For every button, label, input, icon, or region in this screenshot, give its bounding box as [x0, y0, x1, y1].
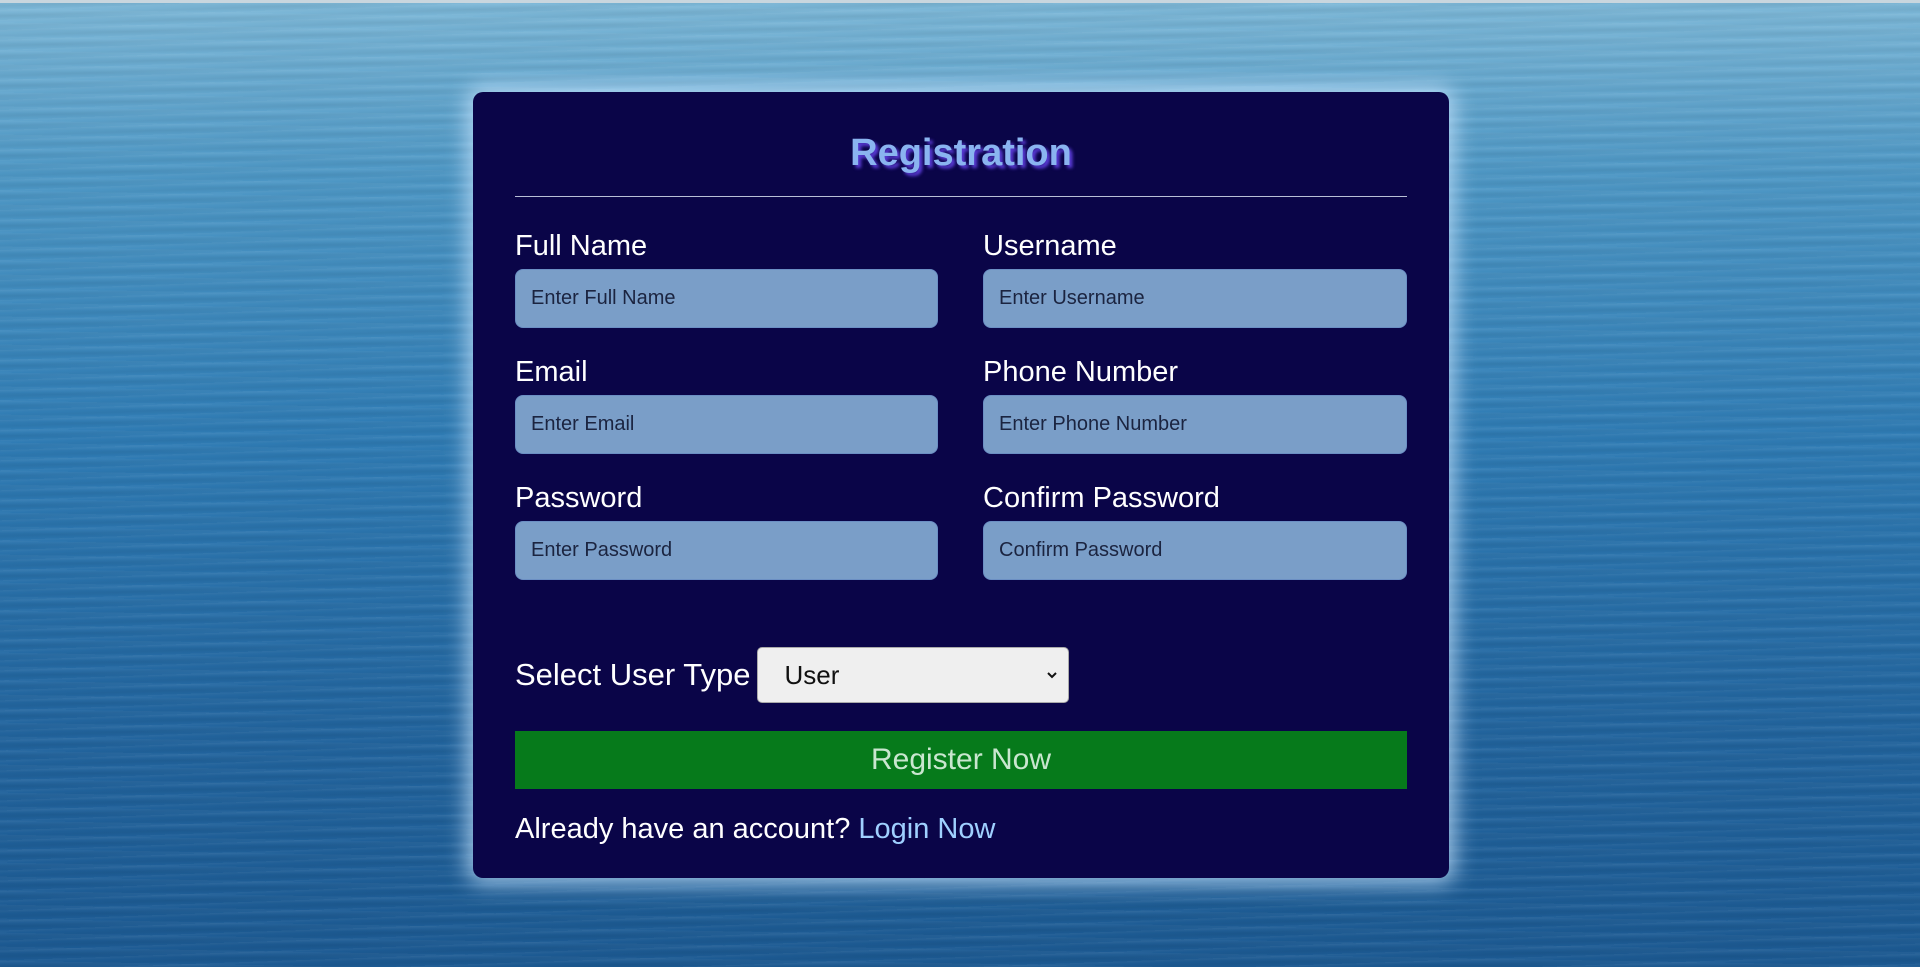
confirm-password-label: Confirm Password [983, 482, 1220, 514]
title-divider [515, 196, 1407, 197]
phone-number-input[interactable] [983, 395, 1407, 454]
username-input[interactable] [983, 269, 1407, 328]
email-label: Email [515, 356, 588, 388]
chevron-down-icon [1047, 672, 1058, 679]
email-input[interactable] [515, 395, 938, 454]
phone-number-group: Phone Number [983, 357, 1407, 483]
full-name-group: Full Name [515, 231, 938, 357]
user-type-row: Select User Type User [515, 647, 1407, 703]
password-input[interactable] [515, 521, 938, 580]
phone-number-label: Phone Number [983, 356, 1179, 388]
registration-card: Registration Full Name Username Email Ph… [473, 92, 1449, 878]
full-name-label: Full Name [515, 230, 648, 262]
login-now-link[interactable]: Login Now [858, 813, 995, 845]
page-title: Registration [850, 132, 1072, 174]
user-type-label: Select User Type [515, 657, 751, 692]
user-type-select[interactable]: User [757, 647, 1070, 703]
login-prompt: Already have an account? Login Now [515, 813, 1407, 846]
user-type-selected-value: User [784, 659, 840, 690]
register-now-button[interactable]: Register Now [515, 731, 1407, 789]
confirm-password-group: Confirm Password [983, 483, 1407, 609]
login-prompt-text: Already have an account? [515, 813, 851, 845]
username-label: Username [983, 230, 1117, 262]
password-label: Password [515, 482, 643, 514]
top-border [0, 0, 1920, 3]
registration-form: Full Name Username Email Phone Number Pa… [515, 231, 1407, 609]
email-group: Email [515, 357, 938, 483]
username-group: Username [983, 231, 1407, 357]
password-group: Password [515, 483, 938, 609]
full-name-input[interactable] [515, 269, 938, 328]
confirm-password-input[interactable] [983, 521, 1407, 580]
